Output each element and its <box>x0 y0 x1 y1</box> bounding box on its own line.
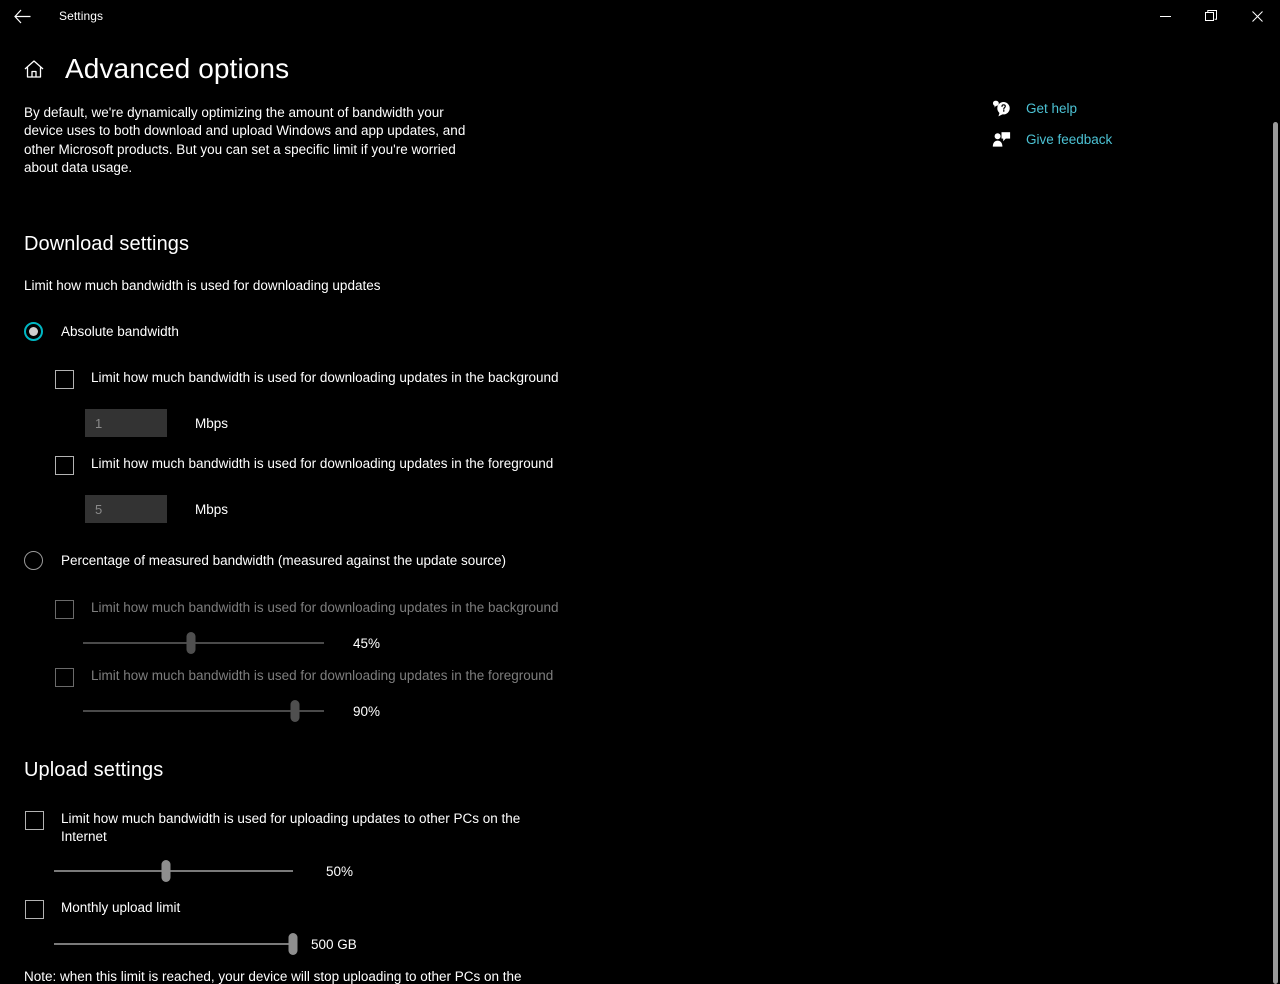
page-header: Advanced options <box>0 52 1280 86</box>
checkbox-percentage-background-box <box>55 600 74 620</box>
checkbox-monthly-upload-limit-label: Monthly upload limit <box>61 900 181 916</box>
download-subtitle: Limit how much bandwidth is used for dow… <box>24 278 381 294</box>
absolute-foreground-input[interactable] <box>85 495 167 524</box>
percentage-background-slider[interactable] <box>83 631 324 655</box>
radio-percentage-bandwidth-label: Percentage of measured bandwidth (measur… <box>61 552 507 568</box>
vertical-scrollbar[interactable] <box>1273 122 1278 984</box>
back-button[interactable] <box>0 0 45 32</box>
home-icon[interactable] <box>23 58 45 80</box>
main-content: By default, we're dynamically optimizing… <box>24 104 1234 984</box>
monthly-upload-slider-row: 500 GB <box>54 932 1234 956</box>
page-title: Advanced options <box>65 53 290 84</box>
monthly-upload-slider[interactable] <box>54 932 298 956</box>
download-settings-heading: Download settings <box>24 233 190 256</box>
checkbox-absolute-foreground-label: Limit how much bandwidth is used for dow… <box>91 456 554 472</box>
title-bar: Settings <box>0 0 1280 32</box>
percentage-background-slider-thumb[interactable] <box>186 632 196 655</box>
checkbox-absolute-background-label: Limit how much bandwidth is used for dow… <box>91 370 559 386</box>
monthly-upload-slider-track <box>54 943 293 945</box>
absolute-background-input[interactable] <box>85 409 167 438</box>
checkbox-monthly-upload-limit-box <box>25 900 44 920</box>
upload-bandwidth-slider-thumb[interactable] <box>161 860 171 883</box>
checkbox-absolute-background-box <box>55 370 74 390</box>
checkbox-upload-bandwidth[interactable]: Limit how much bandwidth is used for upl… <box>25 810 1234 846</box>
checkbox-absolute-background[interactable]: Limit how much bandwidth is used for dow… <box>55 369 1234 390</box>
upload-settings-heading: Upload settings <box>24 759 164 782</box>
restore-icon <box>1205 10 1217 21</box>
monthly-upload-slider-value: 500 GB <box>311 936 357 952</box>
radio-absolute-bandwidth[interactable]: Absolute bandwidth <box>24 322 1234 342</box>
checkbox-absolute-foreground[interactable]: Limit how much bandwidth is used for dow… <box>55 455 1234 476</box>
radio-percentage-bandwidth[interactable]: Percentage of measured bandwidth (measur… <box>24 551 1234 571</box>
upload-bandwidth-slider[interactable] <box>54 859 293 883</box>
checkbox-upload-bandwidth-box <box>25 811 44 831</box>
upload-note: Note: when this limit is reached, your d… <box>24 969 522 984</box>
percentage-background-slider-value: 45% <box>353 635 381 651</box>
upload-bandwidth-slider-track <box>54 870 293 872</box>
app-title: Settings <box>59 9 104 23</box>
back-arrow-icon <box>14 9 31 23</box>
percentage-background-slider-track <box>83 642 324 644</box>
absolute-foreground-unit: Mbps <box>195 501 229 517</box>
checkbox-monthly-upload-limit[interactable]: Monthly upload limit <box>25 899 1234 920</box>
percentage-foreground-slider-thumb[interactable] <box>290 700 300 723</box>
radio-absolute-bandwidth-label: Absolute bandwidth <box>61 323 179 339</box>
restore-button[interactable] <box>1188 0 1234 32</box>
percentage-background-slider-row: 45% <box>83 631 1234 655</box>
monthly-upload-slider-thumb[interactable] <box>288 933 298 956</box>
checkbox-percentage-background[interactable]: Limit how much bandwidth is used for dow… <box>55 599 1234 620</box>
window-controls <box>1142 0 1280 32</box>
radio-absolute-bandwidth-indicator <box>24 322 43 342</box>
percentage-foreground-slider[interactable] <box>83 699 324 723</box>
checkbox-percentage-foreground-box <box>55 668 74 688</box>
percentage-foreground-slider-value: 90% <box>353 703 381 719</box>
absolute-background-input-row: Mbps <box>85 409 1234 438</box>
radio-percentage-bandwidth-indicator <box>24 551 43 571</box>
checkbox-absolute-foreground-box <box>55 456 74 476</box>
close-button[interactable] <box>1234 0 1280 32</box>
minimize-icon <box>1159 15 1171 17</box>
checkbox-upload-bandwidth-label: Limit how much bandwidth is used for upl… <box>61 811 521 845</box>
checkbox-percentage-foreground-label: Limit how much bandwidth is used for dow… <box>91 668 554 684</box>
percentage-foreground-slider-track <box>83 710 324 712</box>
upload-bandwidth-slider-value: 50% <box>326 863 354 879</box>
absolute-background-unit: Mbps <box>195 415 229 431</box>
close-icon <box>1251 10 1263 22</box>
upload-bandwidth-slider-row: 50% <box>54 859 1234 883</box>
intro-paragraph: By default, we're dynamically optimizing… <box>24 105 466 175</box>
checkbox-percentage-foreground[interactable]: Limit how much bandwidth is used for dow… <box>55 667 1234 688</box>
checkbox-percentage-background-label: Limit how much bandwidth is used for dow… <box>91 600 559 616</box>
minimize-button[interactable] <box>1142 0 1188 32</box>
percentage-foreground-slider-row: 90% <box>83 699 1234 723</box>
absolute-foreground-input-row: Mbps <box>85 495 1234 524</box>
